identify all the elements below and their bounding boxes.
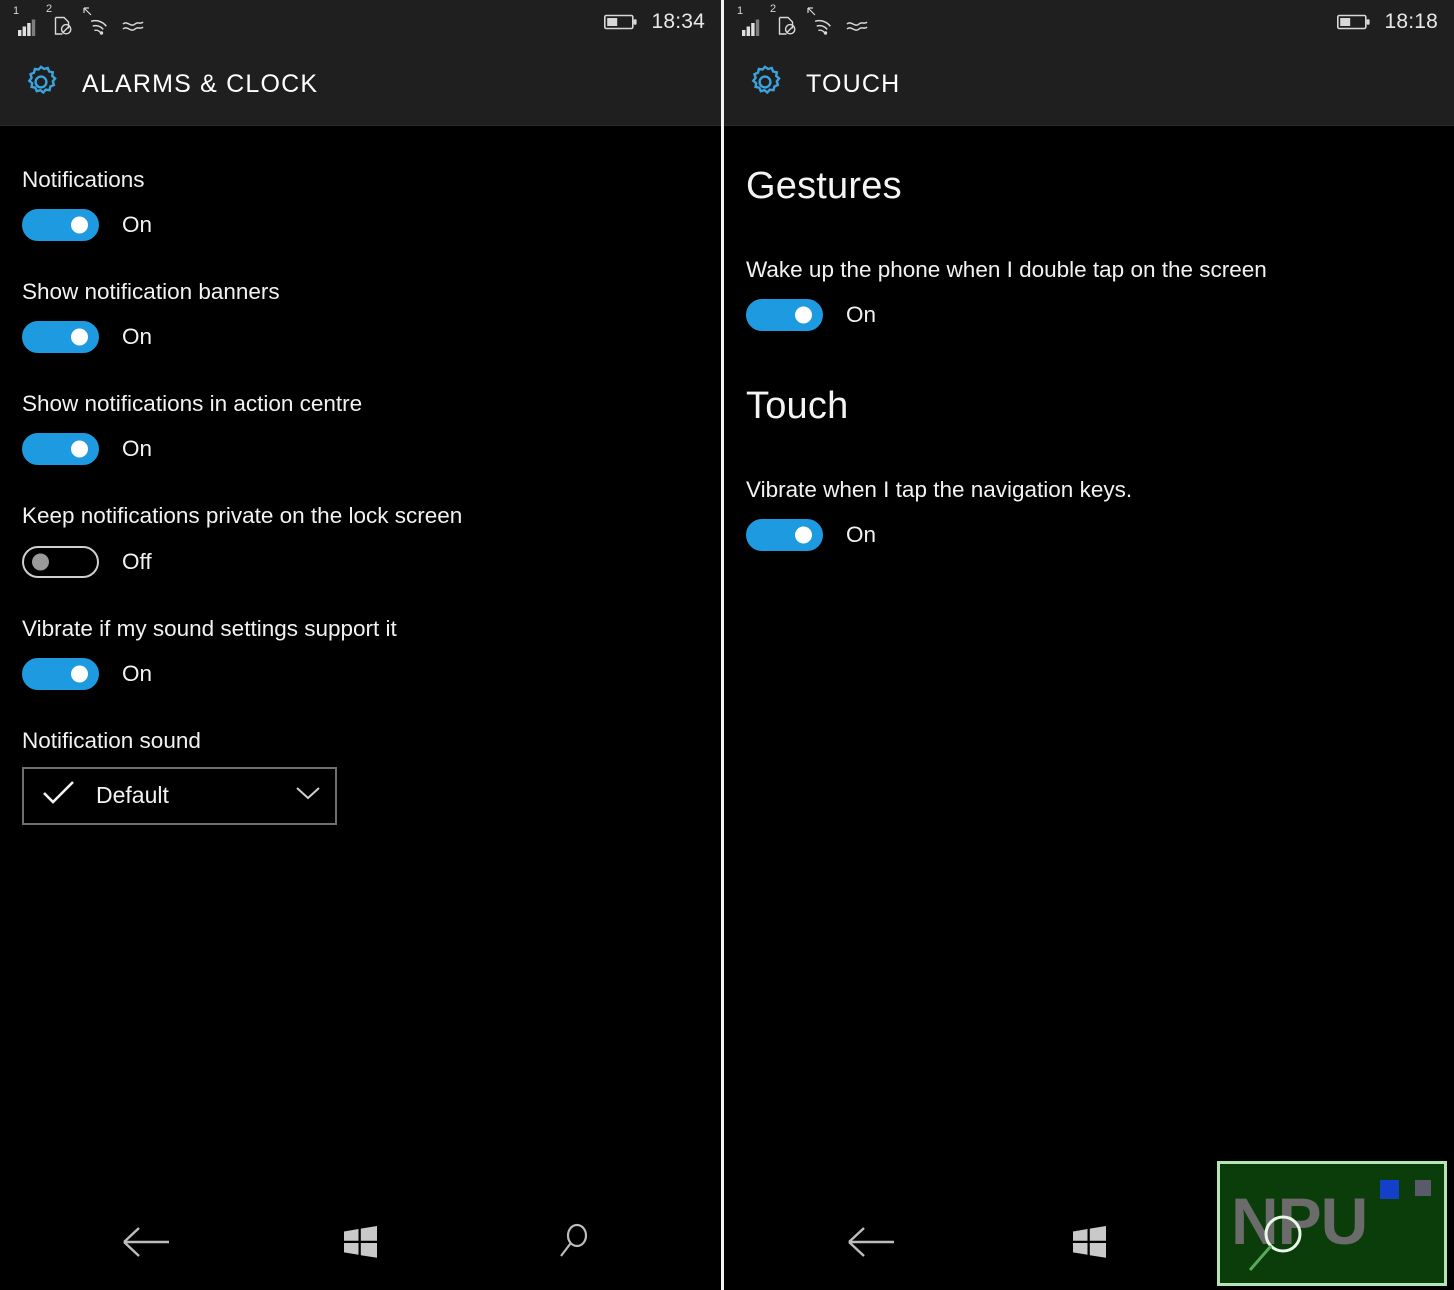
toggle-knob (795, 306, 812, 324)
no-sim-icon: 2 (770, 4, 797, 36)
toggle-show-notification-banners[interactable] (22, 321, 99, 354)
notification-sound-value: Default (96, 782, 169, 809)
sim2-label: 2 (770, 3, 777, 15)
check-icon (42, 780, 76, 811)
toggle-vibrate-sound-settings[interactable] (22, 657, 99, 690)
section-heading: Gestures (746, 165, 902, 207)
toggle-state: On (122, 324, 153, 350)
wifi-icon (807, 7, 832, 36)
setting-label: Show notifications in action centre (22, 391, 363, 417)
setting-vibrate-nav-keys: Vibrate when I tap the navigation keys. … (746, 476, 1434, 551)
toggle-wake-double-tap[interactable] (746, 298, 823, 331)
setting-show-notifications-action-centre: Show notifications in action centre On (22, 390, 701, 466)
watermark-grey-square (1415, 1180, 1431, 1196)
toggle-knob (71, 665, 88, 683)
windows-start-icon[interactable] (1044, 1207, 1134, 1277)
vibrate-icon (121, 18, 145, 36)
status-clock: 18:18 (1384, 10, 1438, 33)
section-touch: Touch Vibrate when I tap the navigation … (746, 384, 1434, 551)
toggle-row: On (22, 657, 701, 690)
phone-screen-alarms-clock: 1 2 18:34 ALARMS & CLOCK Notifications O… (0, 0, 721, 1290)
status-icons: 1 2 (737, 4, 869, 36)
chevron-down-icon (295, 785, 321, 806)
back-arrow-icon[interactable] (102, 1207, 192, 1277)
status-icons: 1 2 (13, 4, 145, 36)
toggle-row: On (22, 321, 701, 354)
npu-watermark: NPU (1217, 1161, 1447, 1286)
search-icon[interactable] (529, 1207, 619, 1277)
setting-label: Keep notifications private on the lock s… (22, 503, 463, 529)
watermark-blue-square (1380, 1180, 1399, 1199)
notification-sound-group: Notification sound Default (22, 728, 701, 825)
setting-show-notification-banners: Show notification banners On (22, 278, 701, 354)
sim2-label: 2 (46, 3, 53, 15)
toggle-row: On (746, 298, 1434, 331)
toggle-notifications[interactable] (22, 209, 99, 242)
setting-label: Show notification banners (22, 279, 280, 305)
toggle-state: Off (122, 548, 152, 574)
toggle-row: On (746, 518, 1434, 551)
toggle-state: On (122, 436, 153, 462)
toggle-state: On (122, 212, 153, 238)
toggle-show-notifications-action-centre[interactable] (22, 433, 99, 466)
status-right: 18:18 (1337, 10, 1438, 34)
section-gestures: Gestures Wake up the phone when I double… (746, 126, 1434, 331)
status-right: 18:34 (604, 10, 705, 34)
no-sim-icon: 2 (46, 4, 73, 36)
setting-label: Vibrate if my sound settings support it (22, 615, 397, 641)
settings-gear-icon (20, 61, 62, 108)
toggle-knob (71, 328, 88, 346)
toggle-vibrate-nav-keys[interactable] (746, 518, 823, 551)
vibrate-icon (845, 18, 869, 36)
phone-screen-touch: 1 2 18:18 TOUCH Gestures Wake up the pho… (724, 0, 1454, 1290)
toggle-knob (71, 216, 88, 234)
setting-notifications: Notifications On (22, 126, 701, 242)
status-bar: 1 2 (0, 0, 721, 44)
section-heading: Touch (746, 384, 849, 427)
setting-wake-double-tap: Wake up the phone when I double tap on t… (746, 256, 1434, 331)
signal-bars-icon: 1 (13, 6, 40, 36)
setting-label: Wake up the phone when I double tap on t… (746, 256, 1267, 282)
battery-icon (604, 14, 638, 30)
status-clock: 18:34 (651, 10, 705, 33)
signal-bars-icon: 1 (737, 6, 764, 36)
settings-list: Gestures Wake up the phone when I double… (724, 126, 1454, 1289)
toggle-state: On (122, 660, 153, 686)
page-title: TOUCH (806, 70, 901, 98)
toggle-row: Off (22, 545, 701, 578)
app-header: TOUCH (724, 44, 1454, 126)
notification-sound-dropdown[interactable]: Default (22, 766, 337, 825)
setting-label: Vibrate when I tap the navigation keys. (746, 476, 1133, 502)
sim1-label: 1 (737, 5, 744, 17)
setting-vibrate-sound-settings: Vibrate if my sound settings support it … (22, 615, 701, 690)
magnifier-icon (1247, 1214, 1307, 1281)
toggle-row: On (22, 209, 701, 242)
toggle-keep-notifications-private[interactable] (22, 545, 99, 578)
status-bar: 1 2 (724, 0, 1454, 44)
toggle-state: On (846, 301, 877, 327)
settings-list: Notifications On Show notification banne… (0, 126, 721, 1289)
page-title: ALARMS & CLOCK (82, 70, 319, 98)
settings-gear-icon (744, 61, 786, 108)
setting-label: Notifications (22, 167, 145, 192)
toggle-knob (32, 553, 49, 570)
sim1-label: 1 (13, 5, 20, 17)
windows-start-icon[interactable] (315, 1207, 405, 1277)
toggle-state: On (846, 521, 877, 547)
setting-keep-notifications-private: Keep notifications private on the lock s… (22, 502, 701, 578)
app-header: ALARMS & CLOCK (0, 44, 721, 126)
wifi-icon (83, 7, 108, 36)
toggle-knob (795, 526, 812, 544)
toggle-row: On (22, 433, 701, 466)
battery-icon (1337, 14, 1371, 30)
navigation-bar (0, 1194, 721, 1290)
toggle-knob (71, 440, 88, 458)
dual-phone-screenshot: 1 2 18:34 ALARMS & CLOCK Notifications O… (0, 0, 1454, 1290)
back-arrow-icon[interactable] (827, 1207, 917, 1277)
notification-sound-label: Notification sound (22, 727, 201, 753)
